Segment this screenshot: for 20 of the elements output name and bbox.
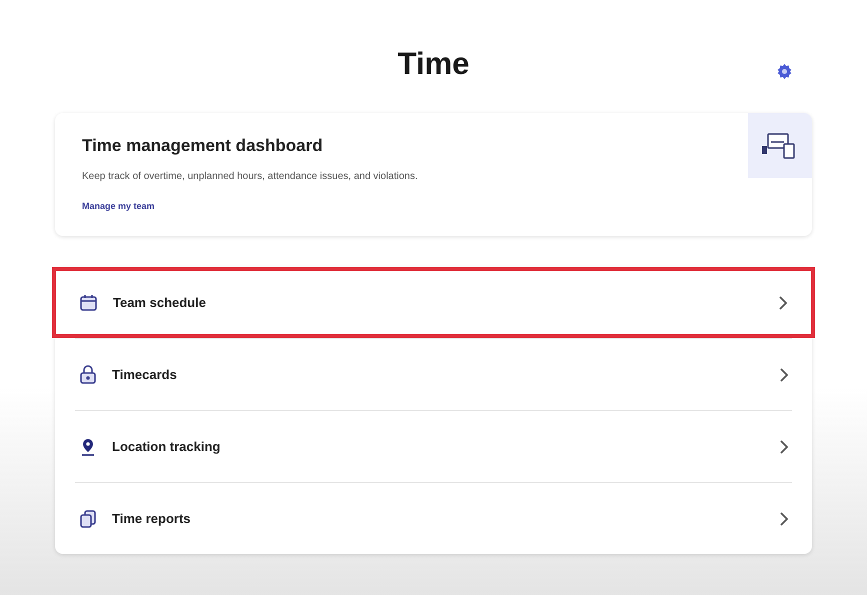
card-title: Time management dashboard	[82, 135, 324, 157]
menu-item-label: Team schedule	[113, 294, 207, 312]
card-description: Keep track of overtime, unplanned hours, attendance issues, and violations.	[82, 170, 418, 184]
chevron-right-icon	[779, 440, 789, 454]
menu-item-label: Time reports	[112, 510, 192, 528]
chevron-right-icon	[778, 296, 788, 310]
menu-item[interactable]: Time reports	[75, 482, 792, 554]
settings-icon[interactable]	[776, 63, 793, 80]
page-title: Time	[398, 44, 470, 83]
chevron-right-icon	[779, 368, 789, 382]
menu-item-label: Timecards	[112, 366, 178, 384]
calendar-icon	[79, 292, 99, 312]
menu-item-label: Location tracking	[112, 438, 222, 456]
menu-item[interactable]: Location tracking	[75, 410, 792, 482]
menu-item[interactable]: Team schedule	[52, 267, 815, 338]
document-icon	[78, 508, 98, 528]
chevron-right-icon	[779, 512, 789, 526]
menu-item[interactable]: Timecards	[75, 338, 792, 410]
manage-team-link[interactable]: Manage my team	[82, 200, 418, 213]
lock-icon	[78, 364, 98, 384]
